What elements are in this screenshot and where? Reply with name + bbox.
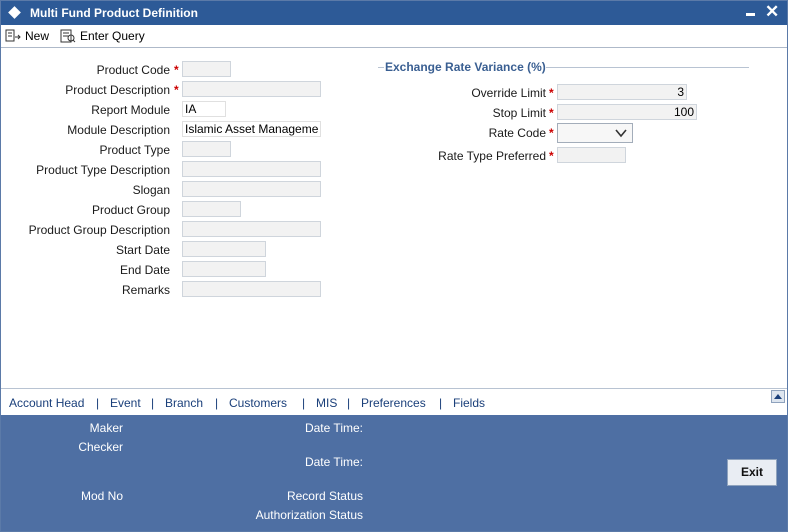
product-type-input[interactable] (182, 141, 231, 157)
window-title: Multi Fund Product Definition (30, 6, 198, 20)
tab-separator: | (96, 396, 100, 410)
tab-account-head[interactable]: Account Head (9, 396, 84, 410)
maker-label: Maker (89, 421, 123, 435)
tab-mis[interactable]: MIS (316, 396, 337, 410)
new-button[interactable]: New (5, 28, 49, 44)
app-window: Multi Fund Product Definition ✕ New Ente… (0, 0, 788, 532)
stop-limit-label: Stop Limit (492, 106, 546, 120)
start-date-label: Start Date (115, 243, 170, 257)
authorization-status-label: Authorization Status (255, 508, 363, 522)
module-description-label: Module Description (67, 123, 170, 137)
tab-separator: | (302, 396, 306, 410)
product-code-input[interactable] (182, 61, 231, 77)
module-description-value: Islamic Asset Manageme (182, 121, 321, 137)
end-date-input[interactable] (182, 261, 266, 277)
product-group-label: Product Group (91, 203, 170, 217)
product-group-description-label: Product Group Description (28, 223, 170, 237)
report-module-value: IA (182, 101, 226, 117)
stop-limit-input[interactable]: 100 (557, 104, 697, 120)
remarks-input[interactable] (182, 281, 321, 297)
section-divider (546, 67, 749, 68)
rate-code-select[interactable] (557, 123, 633, 143)
end-date-label: End Date (119, 263, 170, 277)
rate-type-preferred-required: * (549, 149, 554, 163)
tab-separator: | (439, 396, 443, 410)
tab-preferences[interactable]: Preferences (361, 396, 426, 410)
report-module-label: Report Module (91, 103, 170, 117)
chevron-down-icon (615, 129, 627, 138)
tab-fields[interactable]: Fields (453, 396, 485, 410)
rate-code-required: * (549, 126, 554, 140)
exchange-rate-variance-title: Exchange Rate Variance (%) (385, 60, 546, 74)
checker-date-time-label: Date Time: (304, 455, 363, 469)
new-icon (5, 29, 21, 42)
override-limit-input[interactable]: 3 (557, 84, 687, 100)
product-description-required: * (174, 83, 179, 97)
triangle-up-icon (774, 394, 782, 399)
slogan-input[interactable] (182, 181, 321, 197)
tab-branch[interactable]: Branch (165, 396, 203, 410)
maker-date-time-label: Date Time: (304, 421, 363, 435)
record-status-label: Record Status (286, 489, 363, 503)
slogan-label: Slogan (132, 183, 170, 197)
title-bar: Multi Fund Product Definition ✕ (1, 1, 787, 25)
start-date-input[interactable] (182, 241, 266, 257)
exit-button[interactable]: Exit (727, 459, 777, 486)
product-group-input[interactable] (182, 201, 241, 217)
checker-label: Checker (78, 440, 123, 454)
stop-limit-required: * (549, 106, 554, 120)
enter-query-button[interactable]: Enter Query (60, 28, 145, 44)
product-type-label: Product Type (99, 143, 171, 157)
mod-no-label: Mod No (80, 489, 123, 503)
override-limit-required: * (549, 86, 554, 100)
product-description-input[interactable] (182, 81, 321, 97)
minimize-icon[interactable] (746, 13, 755, 16)
audit-footer: Maker Checker Mod No Date Time: Date Tim… (1, 415, 787, 531)
product-description-label: Product Description (65, 83, 170, 97)
enter-query-icon (60, 29, 76, 43)
tab-separator: | (215, 396, 219, 410)
product-group-description-input[interactable] (182, 221, 321, 237)
tab-separator: | (347, 396, 351, 410)
tab-event[interactable]: Event (110, 396, 141, 410)
window-menu-icon[interactable] (8, 6, 21, 19)
toolbar: New Enter Query (1, 25, 787, 48)
close-icon[interactable]: ✕ (765, 2, 779, 22)
new-label: New (25, 29, 50, 43)
section-divider-left (378, 67, 384, 68)
rate-type-preferred-input[interactable] (557, 147, 626, 163)
tab-customers[interactable]: Customers (229, 396, 287, 410)
product-type-description-input[interactable] (182, 161, 321, 177)
tab-separator: | (151, 396, 155, 410)
rate-type-preferred-label: Rate Type Preferred (438, 149, 546, 163)
subsystem-tab-bar: Account Head | Event | Branch | Customer… (1, 388, 787, 416)
override-limit-label: Override Limit (471, 86, 546, 100)
scroll-up-button[interactable] (771, 390, 785, 403)
product-code-required: * (174, 63, 179, 77)
rate-code-label: Rate Code (488, 126, 546, 140)
enter-query-label: Enter Query (80, 29, 145, 43)
product-type-description-label: Product Type Description (36, 163, 170, 177)
remarks-label: Remarks (121, 283, 170, 297)
product-code-label: Product Code (96, 63, 170, 77)
